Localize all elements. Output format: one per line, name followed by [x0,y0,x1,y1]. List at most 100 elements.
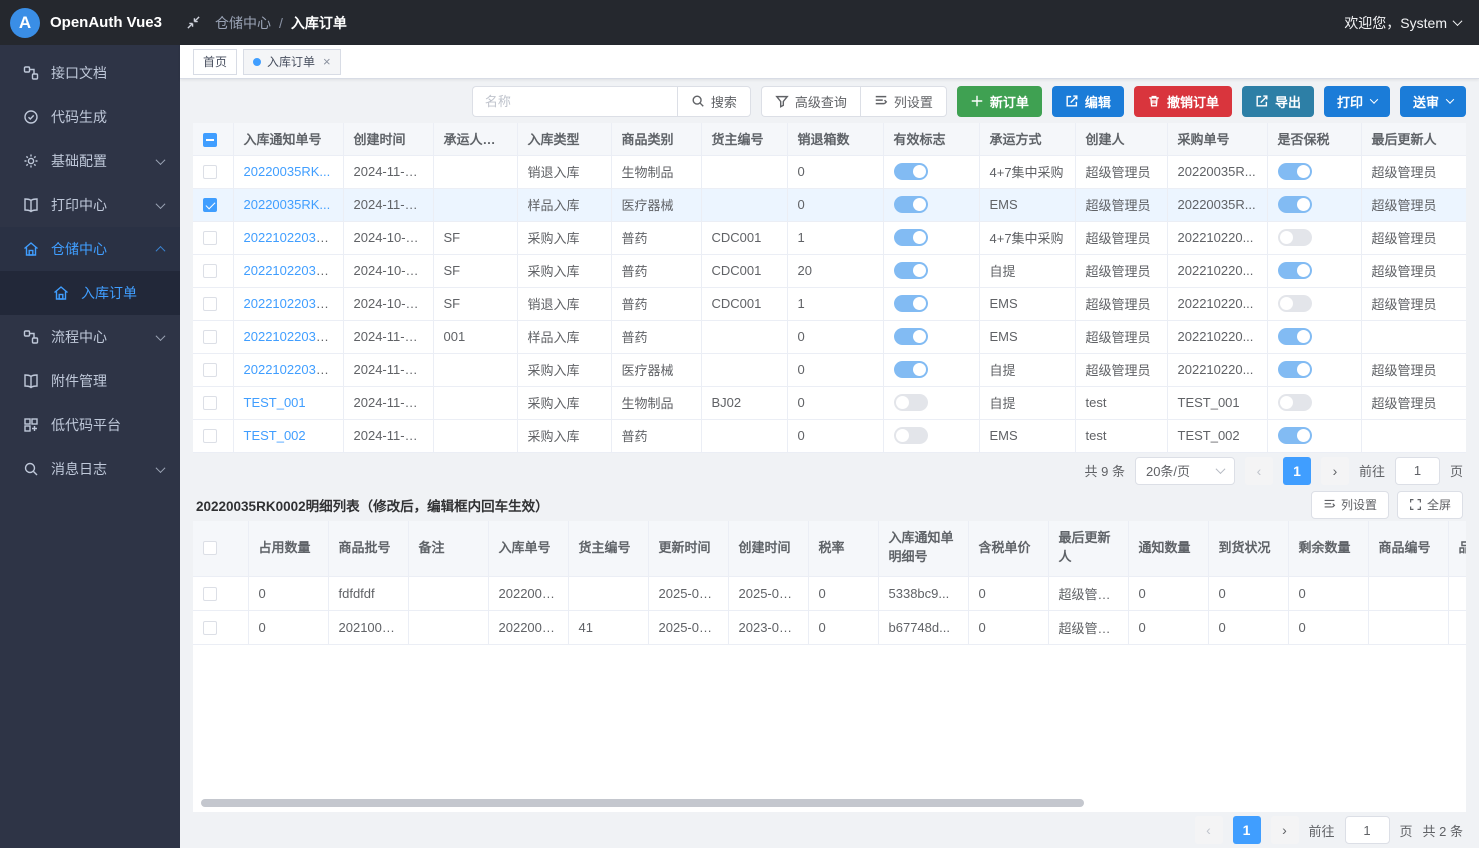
bonded-toggle[interactable] [1278,361,1312,378]
sidebar-item-warehouse-center[interactable]: 仓储中心 [0,227,180,271]
bonded-toggle[interactable] [1278,427,1312,444]
order-row[interactable]: TEST_0022024-11-23 ...采购入库普药0EMStestTEST… [193,419,1466,452]
valid-toggle[interactable] [894,394,928,411]
detail-page-number-button[interactable]: 1 [1233,816,1261,844]
user-menu[interactable]: 欢迎您，System [1344,13,1461,33]
goto-page-input[interactable] [1395,457,1440,485]
breadcrumb-section[interactable]: 仓储中心 [215,13,271,33]
cell-return_boxes: 0 [787,188,883,221]
row-checkbox[interactable] [203,330,217,344]
sidebar-item-attachments[interactable]: 附件管理 [0,359,180,403]
row-checkbox[interactable] [203,363,217,377]
valid-toggle[interactable] [894,163,928,180]
page-size-select[interactable]: 20条/页 [1135,457,1235,485]
detail-row[interactable]: 02021000...2022003...412025-05-...2023-0… [193,611,1466,645]
detail-select-all-checkbox[interactable] [203,541,217,555]
cell-carrier_no: SF [433,254,517,287]
row-checkbox[interactable] [203,429,217,443]
row-checkbox[interactable] [203,264,217,278]
sidebar-item-api-docs[interactable]: 接口文档 [0,51,180,95]
cell-owner_no [701,188,787,221]
column-header: 销退箱数 [787,123,883,155]
bonded-toggle[interactable] [1278,196,1312,213]
order-number-link[interactable]: 20220035RK... [244,164,331,179]
bonded-toggle[interactable] [1278,262,1312,279]
row-checkbox[interactable] [203,198,217,212]
order-row[interactable]: 20220035RK...2024-11-06 ...样品入库医疗器械0EMS超… [193,188,1466,221]
sidebar-item-print-center[interactable]: 打印中心 [0,183,180,227]
valid-toggle[interactable] [894,328,928,345]
order-number-link[interactable]: TEST_002 [244,428,306,443]
submit-review-button[interactable]: 送审 [1400,86,1466,117]
bonded-toggle[interactable] [1278,328,1312,345]
row-checkbox[interactable] [203,297,217,311]
valid-toggle[interactable] [894,361,928,378]
cell-created: 2024-10-31... [343,287,433,320]
order-row[interactable]: TEST_0012024-11-23 ...采购入库生物制品BJ020自提tes… [193,386,1466,419]
detail-row-checkbox[interactable] [203,621,217,635]
advanced-query-button[interactable]: 高级查询 [761,86,860,117]
cancel-order-button[interactable]: 撤销订单 [1134,86,1232,117]
valid-toggle[interactable] [894,427,928,444]
print-button[interactable]: 打印 [1324,86,1390,117]
detail-cell: 0 [1128,577,1208,611]
sidebar-item-inbound-orders[interactable]: 入库订单 [0,271,180,315]
detail-cell: 0 [1288,611,1368,645]
new-order-button[interactable]: 新订单 [957,86,1042,117]
valid-toggle[interactable] [894,262,928,279]
row-checkbox[interactable] [203,396,217,410]
detail-cell: 2021000... [328,611,408,645]
select-all-checkbox[interactable] [203,133,217,147]
search-input[interactable] [472,86,677,117]
row-checkbox[interactable] [203,165,217,179]
detail-row-checkbox[interactable] [203,587,217,601]
bonded-toggle[interactable] [1278,229,1312,246]
detail-row[interactable]: 0fdfdfdf2022003...2025-05-...2025-05-...… [193,577,1466,611]
bonded-toggle[interactable] [1278,163,1312,180]
valid-toggle[interactable] [894,295,928,312]
order-number-link[interactable]: TEST_001 [244,395,306,410]
order-number-link[interactable]: 2022102203R... [244,362,337,377]
bonded-toggle[interactable] [1278,394,1312,411]
order-number-link[interactable]: 2022102203R... [244,263,337,278]
order-number-link[interactable]: 20220035RK... [244,197,331,212]
page-number-button[interactable]: 1 [1283,457,1311,485]
brand-name: OpenAuth Vue3 [50,14,162,31]
valid-toggle[interactable] [894,229,928,246]
order-row[interactable]: 2022102203R...2024-10-31...SF销退入库普药CDC00… [193,287,1466,320]
column-header: 备注 [408,521,488,577]
tab-inbound-orders[interactable]: 入库订单 × [243,49,341,75]
row-checkbox[interactable] [203,231,217,245]
detail-goto-page-input[interactable] [1345,816,1390,844]
scrollbar-thumb[interactable] [201,799,1084,807]
detail-prev-page-button[interactable]: ‹ [1195,816,1223,844]
fullscreen-button[interactable]: 全屏 [1397,491,1463,519]
order-row[interactable]: 2022102203R...2024-10-31...SF采购入库普药CDC00… [193,254,1466,287]
cell-owner_no: BJ02 [701,386,787,419]
collapse-sidebar-icon[interactable] [186,15,201,30]
order-row[interactable]: 2022102203R...2024-11-07 ...采购入库医疗器械0自提超… [193,353,1466,386]
edit-button[interactable]: 编辑 [1052,86,1124,117]
export-button[interactable]: 导出 [1242,86,1314,117]
sidebar-item-message-logs[interactable]: 消息日志 [0,447,180,491]
detail-next-page-button[interactable]: › [1271,816,1299,844]
tab-home[interactable]: 首页 [193,49,237,75]
sidebar-item-code-gen[interactable]: 代码生成 [0,95,180,139]
order-number-link[interactable]: 2022102203R... [244,329,337,344]
order-row[interactable]: 2022102203R...2024-10-31...SF采购入库普药CDC00… [193,221,1466,254]
bonded-toggle[interactable] [1278,295,1312,312]
detail-column-settings-button[interactable]: 列设置 [1311,491,1389,519]
sidebar-item-lowcode[interactable]: 低代码平台 [0,403,180,447]
sidebar-item-flow-center[interactable]: 流程中心 [0,315,180,359]
search-button[interactable]: 搜索 [677,86,751,117]
order-number-link[interactable]: 2022102203R... [244,230,337,245]
order-row[interactable]: 20220035RK...2024-11-06 ...销退入库生物制品04+7集… [193,155,1466,188]
sidebar-item-base-config[interactable]: 基础配置 [0,139,180,183]
valid-toggle[interactable] [894,196,928,213]
close-tab-icon[interactable]: × [323,55,331,68]
order-row[interactable]: 2022102203R...2024-11-07 ...001样品入库普药0EM… [193,320,1466,353]
column-settings-button[interactable]: 列设置 [860,86,947,117]
order-number-link[interactable]: 2022102203R... [244,296,337,311]
next-page-button[interactable]: › [1321,457,1349,485]
prev-page-button[interactable]: ‹ [1245,457,1273,485]
